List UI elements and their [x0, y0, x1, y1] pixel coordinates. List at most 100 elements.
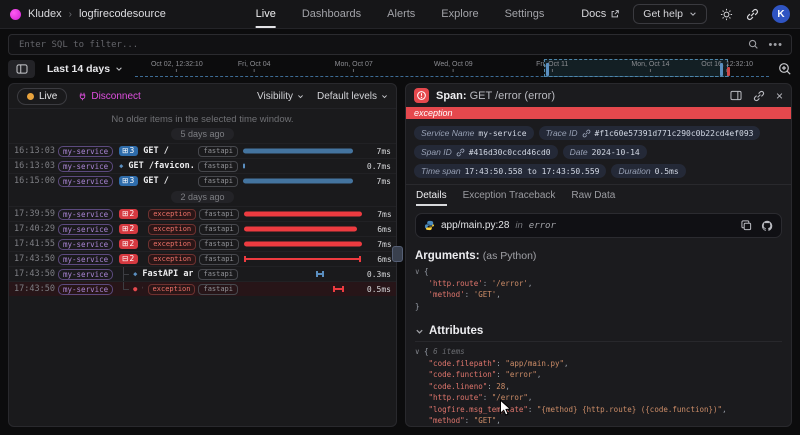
meta-pill-trace-id[interactable]: Trace ID#f1c60e57391d771c290c0b22cd4ef09… [539, 126, 761, 140]
open-panel-icon[interactable] [730, 90, 742, 101]
nav-tab-alerts[interactable]: Alerts [387, 0, 415, 28]
meta-pill-time-span[interactable]: Time span17:43:50.558 to 17:43:50.559 [414, 164, 606, 178]
tree-connector [119, 267, 131, 281]
panel-resize-handle[interactable] [392, 246, 403, 262]
children-toggle-badge[interactable]: ⊞3 [119, 176, 138, 186]
meta-label: Time span [421, 166, 461, 176]
external-link-icon [610, 9, 620, 19]
trace-row[interactable]: 17:43:50my-service●GET /error (error)exc… [9, 281, 396, 296]
timeline-strip[interactable]: Oct 02, 12:32:10Fri, Oct 04Mon, Oct 07We… [135, 59, 769, 79]
timeline-tick-label: Mon, Oct 14 [631, 61, 669, 68]
nav-tab-dashboards[interactable]: Dashboards [302, 0, 361, 28]
row-tags: fastapi [198, 269, 238, 280]
copy-link-icon[interactable] [753, 90, 765, 102]
sidebar-toggle-button[interactable] [8, 60, 35, 78]
disconnect-button[interactable]: Disconnect [78, 91, 140, 102]
attributes-code-block[interactable]: ∨ { 6 items "code.filepath": "app/main.p… [415, 346, 782, 426]
arguments-heading: Arguments: (as Python) [415, 250, 782, 262]
breadcrumb-org[interactable]: Kludex [28, 8, 62, 20]
tab-details[interactable]: Details [416, 185, 447, 206]
trace-row[interactable]: 17:40:29my-service⊞2GET /errorexceptionf… [9, 221, 396, 236]
meta-pill-date[interactable]: Date2024-10-14 [563, 145, 647, 159]
service-tag[interactable]: my-service [58, 209, 113, 220]
sql-filter-input[interactable] [17, 39, 739, 51]
tag-fastapi[interactable]: fastapi [198, 284, 238, 295]
span-message: GET /favicon.ico [128, 161, 193, 171]
nav-tab-explore[interactable]: Explore [441, 0, 478, 28]
children-toggle-badge[interactable]: ⊟2 [119, 254, 138, 264]
service-tag[interactable]: my-service [58, 239, 113, 250]
timeline-row: Last 14 days Oct 02, 12:32:10Fri, Oct 04… [8, 59, 792, 79]
nav-tab-live[interactable]: Live [256, 0, 276, 28]
logfire-logo-icon[interactable] [10, 9, 21, 20]
github-icon[interactable] [761, 220, 773, 232]
meta-pill-span-id[interactable]: Span ID#416d30c0ccd46cd0 [414, 145, 558, 159]
tag-fastapi[interactable]: fastapi [198, 269, 238, 280]
tab-raw-data[interactable]: Raw Data [571, 185, 615, 206]
service-tag[interactable]: my-service [58, 161, 113, 172]
meta-value: #416d30c0ccd46cd0 [469, 148, 551, 157]
tag-fastapi[interactable]: fastapi [199, 209, 239, 220]
span-meta-pills: Service Namemy-service Trace ID#f1c60e573… [406, 119, 791, 183]
meta-pill-service-name[interactable]: Service Namemy-service [414, 126, 534, 140]
arguments-heading-label: Arguments: [415, 250, 480, 262]
children-toggle-badge[interactable]: ⊞3 [119, 146, 138, 156]
trace-row[interactable]: 16:13:03my-service⊞3GET /fastapi7ms [9, 143, 396, 158]
trace-row[interactable]: 17:43:50my-service⊟2GET /errorexceptionf… [9, 251, 396, 266]
close-icon[interactable]: × [776, 91, 783, 101]
trace-row[interactable]: 16:13:03my-service◆GET /favicon.icofasta… [9, 158, 396, 173]
copy-link-icon[interactable] [746, 8, 759, 21]
service-tag[interactable]: my-service [58, 176, 113, 187]
children-toggle-badge[interactable]: ⊞2 [119, 239, 138, 249]
sql-filter-bar: ••• [8, 34, 792, 55]
code-line: ∨ { [415, 266, 782, 278]
default-levels-dropdown[interactable]: Default levels [317, 91, 388, 102]
tag-exception[interactable]: exception [148, 284, 196, 295]
tag-fastapi[interactable]: fastapi [199, 254, 239, 265]
service-tag[interactable]: my-service [58, 146, 113, 157]
trace-row[interactable]: 16:15:00my-service⊞3GET /fastapi7ms [9, 173, 396, 188]
zoom-in-icon[interactable] [778, 62, 792, 76]
more-options-icon[interactable]: ••• [768, 40, 783, 50]
duration-lane [243, 267, 361, 281]
row-timestamp: 17:41:55 [14, 239, 58, 249]
children-toggle-badge[interactable]: ⊞2 [119, 224, 138, 234]
tag-exception[interactable]: exception [148, 209, 196, 220]
arguments-code-block[interactable]: ∨ { 'http.route': '/error', 'method': 'G… [415, 266, 782, 312]
span-detail-actions: × [730, 90, 783, 102]
docs-link[interactable]: Docs [581, 8, 620, 20]
service-tag[interactable]: my-service [58, 269, 113, 280]
search-icon[interactable] [748, 39, 759, 50]
meta-value: 0.5ms [655, 167, 679, 176]
visibility-dropdown[interactable]: Visibility [257, 91, 304, 102]
service-tag[interactable]: my-service [58, 254, 113, 265]
tag-fastapi[interactable]: fastapi [199, 224, 239, 235]
tick-mark-icon [353, 69, 354, 72]
theme-toggle-icon[interactable] [720, 8, 733, 21]
live-status-pill[interactable]: Live [17, 88, 67, 105]
tag-exception[interactable]: exception [148, 254, 196, 265]
code-location-bar[interactable]: app/main.py:28 in error [415, 213, 782, 238]
tag-fastapi[interactable]: fastapi [198, 176, 238, 187]
time-range-selector[interactable]: Last 14 days [44, 63, 126, 75]
nav-tab-settings[interactable]: Settings [505, 0, 545, 28]
tag-fastapi[interactable]: fastapi [198, 161, 238, 172]
user-avatar[interactable]: K [772, 5, 790, 23]
trace-row[interactable]: 17:43:50my-service◆FastAPI argumentsfast… [9, 266, 396, 281]
meta-pill-duration[interactable]: Duration0.5ms [611, 164, 685, 178]
service-tag[interactable]: my-service [58, 284, 113, 295]
attributes-heading[interactable]: Attributes [415, 325, 782, 342]
breadcrumb-project[interactable]: logfirecodesource [79, 8, 166, 20]
meta-value: #f1c60e57391d771c290c0b22cd4ef093 [595, 129, 754, 138]
trace-row[interactable]: 17:39:59my-service⊞2GET /errorexceptionf… [9, 206, 396, 221]
tag-fastapi[interactable]: fastapi [199, 239, 239, 250]
service-tag[interactable]: my-service [58, 224, 113, 235]
tab-exception-traceback[interactable]: Exception Traceback [463, 185, 556, 206]
trace-row[interactable]: 17:41:55my-service⊞2GET /errorexceptionf… [9, 236, 396, 251]
tag-exception[interactable]: exception [148, 224, 196, 235]
copy-icon[interactable] [741, 220, 752, 231]
tag-exception[interactable]: exception [148, 239, 196, 250]
get-help-button[interactable]: Get help [633, 4, 707, 24]
children-toggle-badge[interactable]: ⊞2 [119, 209, 138, 219]
tag-fastapi[interactable]: fastapi [198, 146, 238, 157]
